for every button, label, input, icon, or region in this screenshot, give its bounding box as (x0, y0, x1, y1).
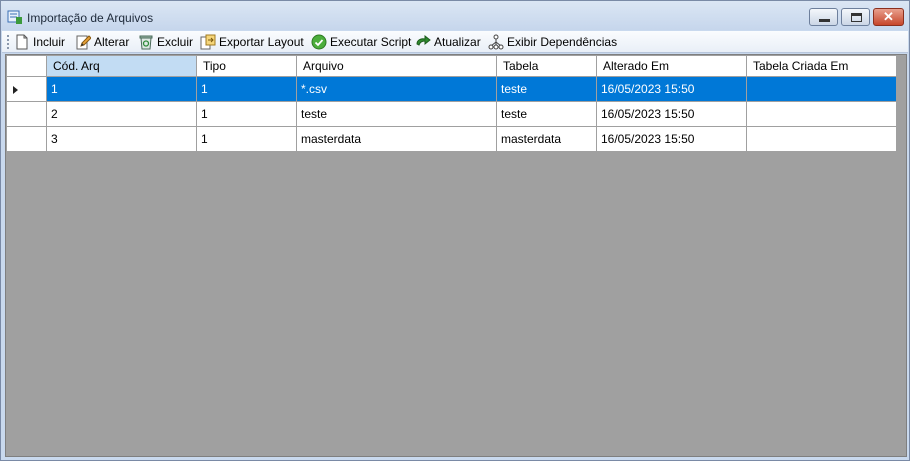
data-grid: Cód. Arq Tipo Arquivo Tabela Alterado Em… (7, 56, 897, 152)
excluir-button[interactable]: Excluir (138, 33, 193, 51)
column-header-tabela-criada-em[interactable]: Tabela Criada Em (747, 56, 897, 77)
exportar-layout-button[interactable]: Exportar Layout (200, 33, 304, 51)
minimize-button[interactable] (809, 8, 838, 26)
executar-script-label: Executar Script (330, 35, 412, 49)
import-files-icon (7, 10, 22, 24)
cell-tabela[interactable]: teste (497, 77, 597, 102)
row-header[interactable] (7, 77, 47, 102)
excluir-label: Excluir (157, 35, 194, 49)
cell-tipo[interactable]: 1 (197, 127, 297, 152)
table-row[interactable]: 2 1 teste teste 16/05/2023 15:50 (7, 102, 897, 127)
new-document-icon (16, 34, 28, 50)
close-icon: ✕ (883, 9, 894, 24)
atualizar-button[interactable]: Atualizar (415, 33, 481, 51)
incluir-button[interactable]: Incluir (14, 33, 65, 51)
cell-arquivo[interactable]: *.csv (297, 77, 497, 102)
incluir-label: Incluir (33, 35, 66, 49)
row-header[interactable] (7, 127, 47, 152)
main-window: Importação de Arquivos ✕ Incluir Alterar (0, 0, 910, 461)
data-grid-area[interactable]: Cód. Arq Tipo Arquivo Tabela Alterado Em… (5, 54, 907, 457)
window-title: Importação de Arquivos (27, 11, 154, 25)
execute-check-icon (311, 34, 327, 50)
dependencies-tree-icon (488, 34, 504, 50)
export-layout-icon (200, 34, 216, 50)
cell-arquivo[interactable]: teste (297, 102, 497, 127)
column-header-tabela[interactable]: Tabela (497, 56, 597, 77)
grid-corner-header[interactable] (7, 56, 47, 77)
cell-tabela[interactable]: teste (497, 102, 597, 127)
cell-alterado-em[interactable]: 16/05/2023 15:50 (597, 77, 747, 102)
atualizar-label: Atualizar (434, 35, 481, 49)
close-button[interactable]: ✕ (873, 8, 904, 26)
column-header-alterado-em[interactable]: Alterado Em (597, 56, 747, 77)
maximize-icon (851, 13, 862, 22)
alterar-label: Alterar (94, 35, 130, 49)
cell-arquivo[interactable]: masterdata (297, 127, 497, 152)
cell-cod-arq[interactable]: 3 (47, 127, 197, 152)
toolbar-grip[interactable] (7, 35, 9, 49)
table-row[interactable]: 3 1 masterdata masterdata 16/05/2023 15:… (7, 127, 897, 152)
cell-tabela[interactable]: masterdata (497, 127, 597, 152)
column-header-tipo[interactable]: Tipo (197, 56, 297, 77)
executar-script-button[interactable]: Executar Script (311, 33, 411, 51)
cell-tipo[interactable]: 1 (197, 77, 297, 102)
exibir-dependencias-button[interactable]: Exibir Dependências (488, 33, 617, 51)
cell-cod-arq[interactable]: 1 (47, 77, 197, 102)
title-bar[interactable]: Importação de Arquivos ✕ (1, 1, 909, 30)
cell-tabela-criada-em[interactable] (747, 77, 897, 102)
cell-tabela-criada-em[interactable] (747, 102, 897, 127)
delete-recycle-icon (139, 35, 153, 50)
cell-tabela-criada-em[interactable] (747, 127, 897, 152)
table-row[interactable]: 1 1 *.csv teste 16/05/2023 15:50 (7, 77, 897, 102)
edit-pencil-icon (76, 35, 91, 50)
exportar-layout-label: Exportar Layout (219, 35, 304, 49)
cell-cod-arq[interactable]: 2 (47, 102, 197, 127)
cell-alterado-em[interactable]: 16/05/2023 15:50 (597, 127, 747, 152)
toolbar: Incluir Alterar Excluir Exportar Layout … (2, 31, 908, 53)
exibir-dependencias-label: Exibir Dependências (507, 35, 618, 49)
cell-tipo[interactable]: 1 (197, 102, 297, 127)
grid-header-row: Cód. Arq Tipo Arquivo Tabela Alterado Em… (7, 56, 897, 77)
column-header-arquivo[interactable]: Arquivo (297, 56, 497, 77)
row-header[interactable] (7, 102, 47, 127)
cell-alterado-em[interactable]: 16/05/2023 15:50 (597, 102, 747, 127)
column-header-cod-arq[interactable]: Cód. Arq (47, 56, 197, 77)
alterar-button[interactable]: Alterar (75, 33, 129, 51)
minimize-icon (819, 19, 830, 22)
current-row-arrow-icon (13, 86, 18, 94)
refresh-arrow-icon (416, 34, 431, 46)
maximize-button[interactable] (841, 8, 870, 26)
